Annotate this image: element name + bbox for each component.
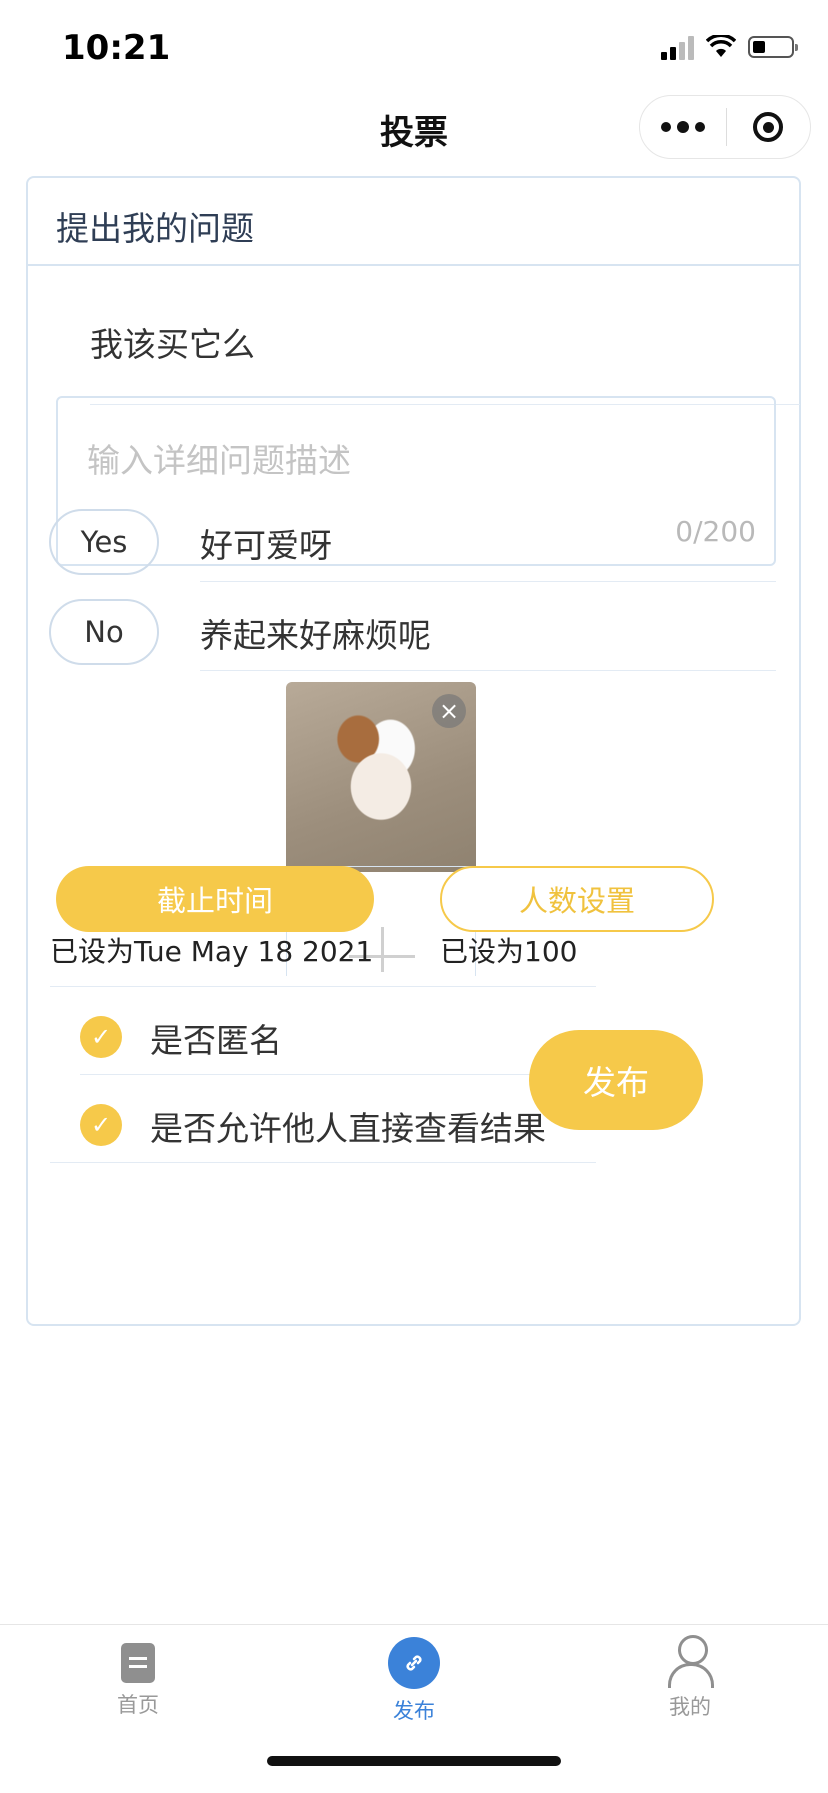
check-icon[interactable]: ✓ bbox=[80, 1016, 122, 1058]
tab-publish[interactable]: 发布 bbox=[354, 1635, 474, 1725]
remove-photo-icon[interactable]: × bbox=[432, 694, 466, 728]
option-tag-no[interactable]: No bbox=[49, 599, 159, 665]
view-result-checkbox-row[interactable]: ✓ 是否允许他人直接查看结果 bbox=[80, 1074, 592, 1174]
more-icon[interactable] bbox=[640, 120, 726, 133]
plus-icon bbox=[381, 927, 384, 972]
document-icon bbox=[121, 1643, 155, 1683]
description-char-count: 0/200 bbox=[675, 515, 756, 548]
option-text-no[interactable]: 养起来好麻烦呢 bbox=[200, 609, 431, 657]
wifi-icon bbox=[706, 35, 736, 57]
target-icon bbox=[753, 112, 784, 142]
status-icons bbox=[661, 34, 798, 60]
divider bbox=[50, 1162, 596, 1163]
signal-icon bbox=[661, 34, 694, 60]
close-miniprogram-button[interactable] bbox=[727, 112, 811, 142]
option-divider bbox=[200, 581, 776, 582]
tab-bar: 首页 发布 我的 bbox=[0, 1624, 828, 1793]
status-bar: 10:21 bbox=[0, 0, 828, 90]
link-icon bbox=[388, 1637, 440, 1689]
card-header: 提出我的问题 bbox=[28, 178, 799, 266]
participant-count-value: 已设为100 bbox=[440, 935, 578, 968]
publish-button[interactable]: 发布 bbox=[529, 1030, 703, 1130]
check-icon[interactable]: ✓ bbox=[80, 1104, 122, 1146]
participant-count-button[interactable]: 人数设置 bbox=[440, 866, 714, 932]
uploaded-photo[interactable]: × bbox=[286, 682, 476, 872]
battery-icon bbox=[748, 36, 798, 58]
option-text-yes[interactable]: 好可爱呀 bbox=[200, 519, 332, 567]
vote-form-card: 提出我的问题 我该买它么 输入详细问题描述 0/200 Yes 好可爱呀 No … bbox=[26, 176, 801, 1326]
tab-label: 发布 bbox=[393, 1699, 435, 1723]
tab-label: 首页 bbox=[117, 1693, 159, 1717]
anonymous-checkbox-row[interactable]: ✓ 是否匿名 bbox=[80, 986, 592, 1086]
section-title: 提出我的问题 bbox=[56, 209, 254, 248]
question-input[interactable]: 我该买它么 bbox=[90, 318, 800, 405]
tab-mine[interactable]: 我的 bbox=[630, 1635, 750, 1721]
option-tag-yes[interactable]: Yes bbox=[49, 509, 159, 575]
description-textarea[interactable]: 输入详细问题描述 0/200 bbox=[56, 396, 776, 566]
tab-label: 我的 bbox=[669, 1695, 711, 1719]
deadline-value: 已设为Tue May 18 2021 bbox=[50, 935, 374, 968]
option-divider bbox=[200, 670, 776, 671]
anonymous-label: 是否匿名 bbox=[150, 1021, 282, 1060]
view-result-label: 是否允许他人直接查看结果 bbox=[150, 1109, 546, 1148]
deadline-button[interactable]: 截止时间 bbox=[56, 866, 374, 932]
home-indicator bbox=[267, 1756, 561, 1766]
user-icon bbox=[666, 1635, 714, 1688]
mini-program-capsule bbox=[639, 95, 811, 159]
description-placeholder: 输入详细问题描述 bbox=[87, 441, 351, 480]
tab-home[interactable]: 首页 bbox=[78, 1635, 198, 1719]
status-time: 10:21 bbox=[62, 28, 171, 68]
